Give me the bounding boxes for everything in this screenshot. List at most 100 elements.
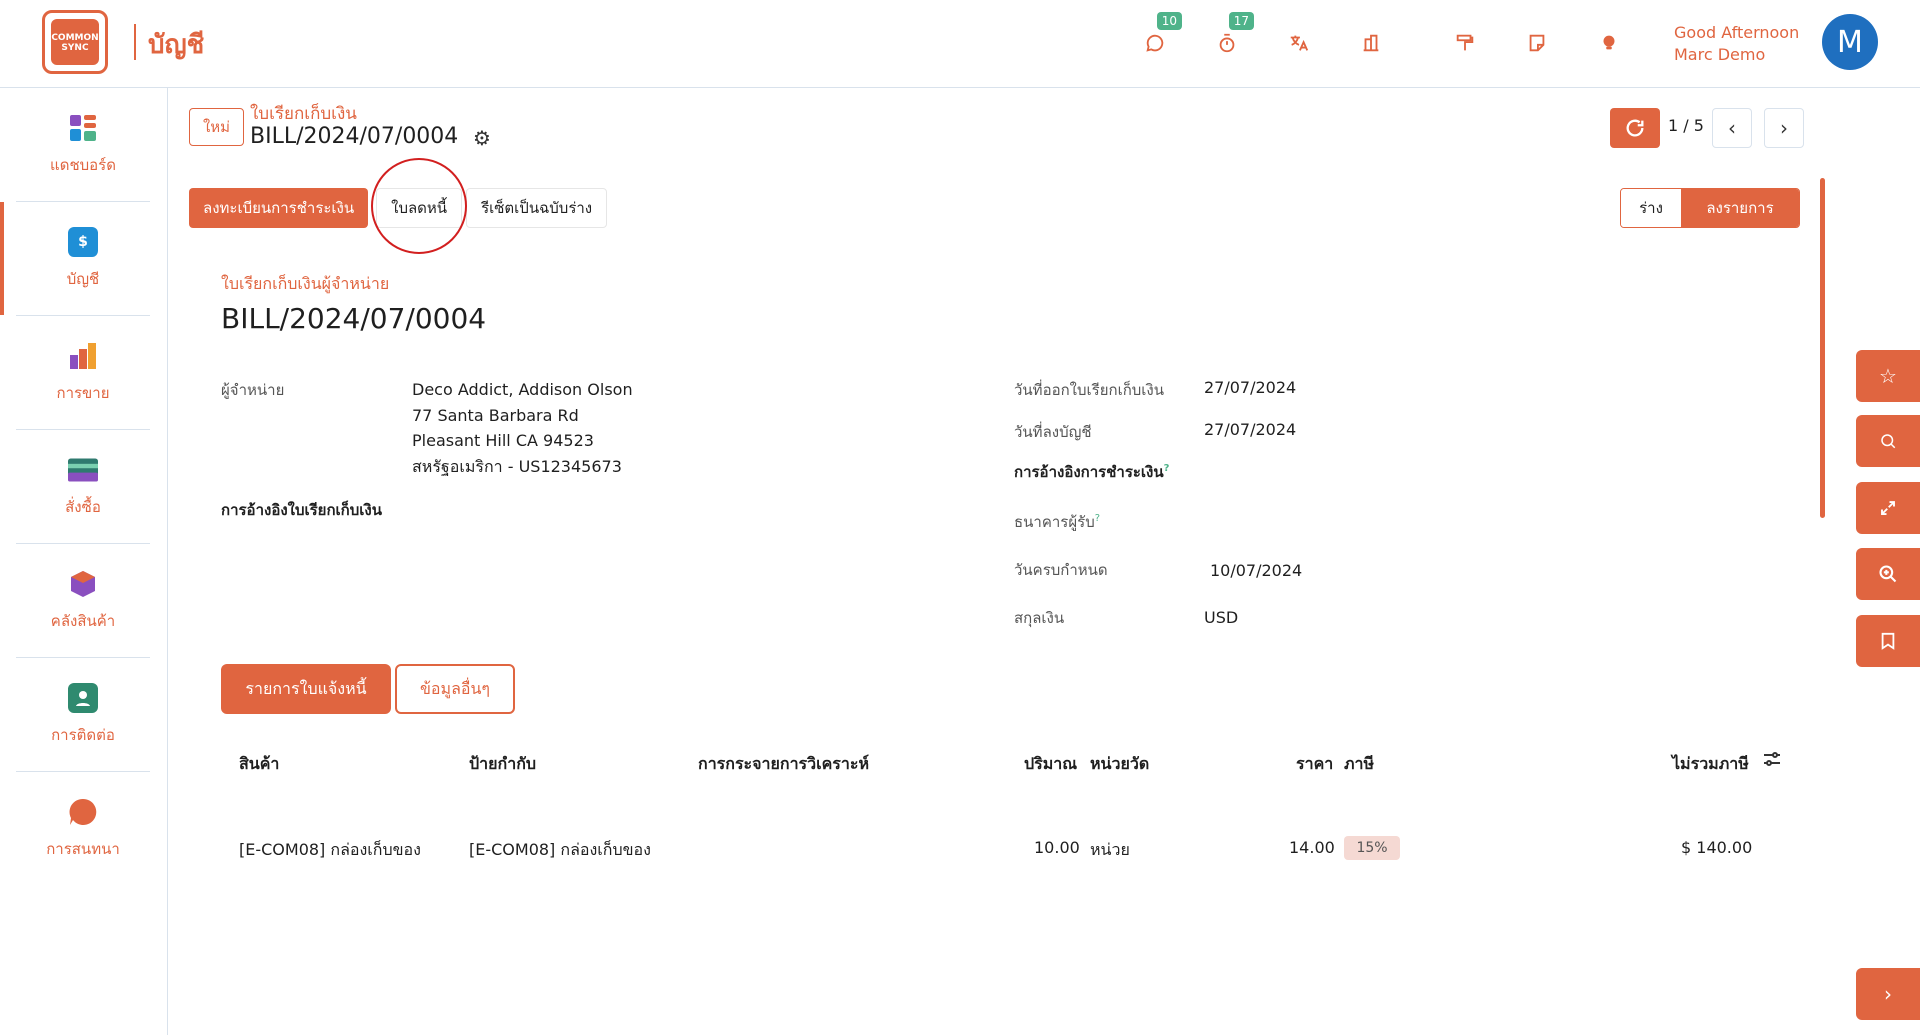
sidebar: แดชบอร์ด $ บัญชี การขาย สั่งซื้อ คลังสิน… [0,88,168,1035]
favorite-button[interactable]: ☆ [1856,350,1920,402]
expand-icon [1881,501,1895,515]
register-payment-button[interactable]: ลงทะเบียนการชำระเงิน [189,188,369,228]
column-header-quantity[interactable]: ปริมาณ [1024,752,1077,777]
line-subtotal: $ 140.00 [1681,838,1753,857]
pager-value: 1 / 5 [1668,116,1704,135]
new-button[interactable]: ใหม่ [189,108,244,146]
page-title: BILL/2024/07/0004 [250,124,459,149]
tab-invoice-lines[interactable]: รายการใบแจ้งหนี้ [221,664,391,714]
scrollbar[interactable] [1820,178,1825,518]
prev-button[interactable]: ‹ [1712,108,1752,148]
bar-chart-icon [68,341,98,371]
sidebar-item-contacts[interactable]: การติดต่อ [16,658,150,772]
timer-icon[interactable]: 17 [1212,12,1254,58]
vendor-name[interactable]: Deco Addict, Addison Olson [412,380,633,399]
vendor-address-line1: 77 Santa Barbara Rd [412,406,579,425]
currency-label: สกุลเงิน [1014,609,1065,627]
sidebar-item-label: บัญชี [66,269,100,288]
top-bar: COMMON SYNC บัญชี 10 17 Good Afternoon M… [0,0,1920,88]
card-icon [68,455,98,485]
greeting: Good Afternoon Marc Demo [1674,22,1799,66]
column-header-price[interactable]: ราคา [1296,752,1333,777]
translate-icon[interactable] [1284,28,1314,58]
invoice-icon: $ [68,226,98,257]
sidebar-item-accounting[interactable]: $ บัญชี [0,202,150,316]
lightbulb-icon[interactable] [1594,28,1624,58]
sidebar-item-label: คลังสินค้า [50,611,116,630]
chevron-right-icon: › [1884,982,1892,1006]
app-logo[interactable]: COMMON SYNC [42,10,108,74]
form-subtitle: ใบเรียกเก็บเงินผู้จำหน่าย [221,274,390,293]
sidebar-item-dashboard[interactable]: แดชบอร์ด [16,88,150,202]
refresh-button[interactable] [1610,108,1660,148]
line-product[interactable]: [E-COM08] กล่องเก็บของ [239,838,421,863]
gear-icon[interactable]: ⚙ [473,126,491,150]
column-header-analytic[interactable]: การกระจายการวิเคราะห์ [698,752,869,777]
payment-reference-label: การอ้างอิงการชำระเงิน? [1014,460,1169,484]
sidebar-item-inventory[interactable]: คลังสินค้า [16,544,150,658]
next-button[interactable]: › [1764,108,1804,148]
sidebar-item-label: สั่งซื้อ [65,497,101,516]
greeting-text: Good Afternoon [1674,23,1800,42]
logo-divider [134,24,136,60]
line-price[interactable]: 14.00 [1289,838,1335,857]
recipient-bank-label: ธนาคารผู้รับ? [1014,510,1100,534]
accounting-date-field[interactable]: 27/07/2024 [1204,420,1296,439]
vendor-address-line3: สหรัฐอเมริกา - US12345673 [412,457,622,476]
column-settings-icon[interactable] [1762,750,1782,772]
bookmark-button[interactable] [1856,615,1920,667]
star-icon: ☆ [1879,364,1897,388]
column-header-uom[interactable]: หน่วยวัด [1090,752,1149,777]
column-header-label[interactable]: ป้ายกำกับ [469,752,536,777]
building-icon[interactable] [1356,28,1386,58]
chevron-right-icon: › [1780,116,1788,140]
chat-icon[interactable]: 10 [1140,12,1182,58]
breadcrumb[interactable]: ใบเรียกเก็บเงิน [250,100,357,127]
note-icon[interactable] [1522,28,1552,58]
search-button[interactable] [1856,415,1920,467]
help-icon[interactable]: ? [1164,463,1170,474]
tab-other-info[interactable]: ข้อมูลอื่นๆ [395,664,515,714]
sidebar-item-label: แดชบอร์ด [50,155,116,174]
sidebar-item-label: การสนทนา [46,840,120,858]
line-quantity[interactable]: 10.00 [1034,838,1080,857]
sidebar-item-label: การติดต่อ [51,725,115,744]
expand-button[interactable] [1856,482,1920,534]
zoom-button[interactable] [1856,548,1920,600]
line-uom[interactable]: หน่วย [1090,838,1130,863]
column-header-subtotal[interactable]: ไม่รวมภาษี [1672,752,1749,777]
reset-draft-button[interactable]: รีเซ็ตเป็นฉบับร่าง [466,188,608,228]
accounting-date-label: วันที่ลงบัญชี [1014,423,1092,441]
payment-reference-text: การอ้างอิงการชำระเงิน [1014,463,1164,481]
column-header-tax[interactable]: ภาษี [1344,752,1374,777]
bill-date-label: วันที่ออกใบเรียกเก็บเงิน [1014,381,1164,399]
tax-badge[interactable]: 15% [1344,836,1400,860]
logo-text: COMMON SYNC [51,19,99,65]
search-icon [1881,434,1896,449]
sidebar-item-discuss[interactable]: การสนทนา [16,772,150,886]
contact-card-icon [68,682,98,713]
column-header-product[interactable]: สินค้า [239,752,279,777]
sidebar-item-sales[interactable]: การขาย [16,316,150,430]
paint-roller-icon[interactable] [1450,28,1480,58]
avatar[interactable]: M [1822,14,1878,70]
help-icon[interactable]: ? [1095,513,1100,524]
line-label[interactable]: [E-COM08] กล่องเก็บของ [469,838,651,863]
bill-date-field[interactable]: 27/07/2024 [1204,378,1296,397]
app-name: บัญชี [148,30,205,60]
timer-badge: 17 [1228,12,1254,30]
due-date-field[interactable]: 10/07/2024 [1210,561,1302,580]
status-draft[interactable]: ร่าง [1621,189,1681,227]
collapse-panel-button[interactable]: › [1856,968,1920,1020]
currency-field[interactable]: USD [1204,608,1238,627]
status-posted[interactable]: ลงรายการ [1681,189,1799,227]
sidebar-item-purchase[interactable]: สั่งซื้อ [16,430,150,544]
bookmark-icon [1881,632,1895,650]
dashboard-icon [68,113,98,143]
box-icon [68,569,98,599]
chat-bubble-icon [68,797,98,827]
user-name: Marc Demo [1674,45,1766,64]
chevron-left-icon: ‹ [1728,116,1736,140]
status-bar: ร่าง ลงรายการ [1620,188,1800,228]
form-title: BILL/2024/07/0004 [221,302,487,335]
